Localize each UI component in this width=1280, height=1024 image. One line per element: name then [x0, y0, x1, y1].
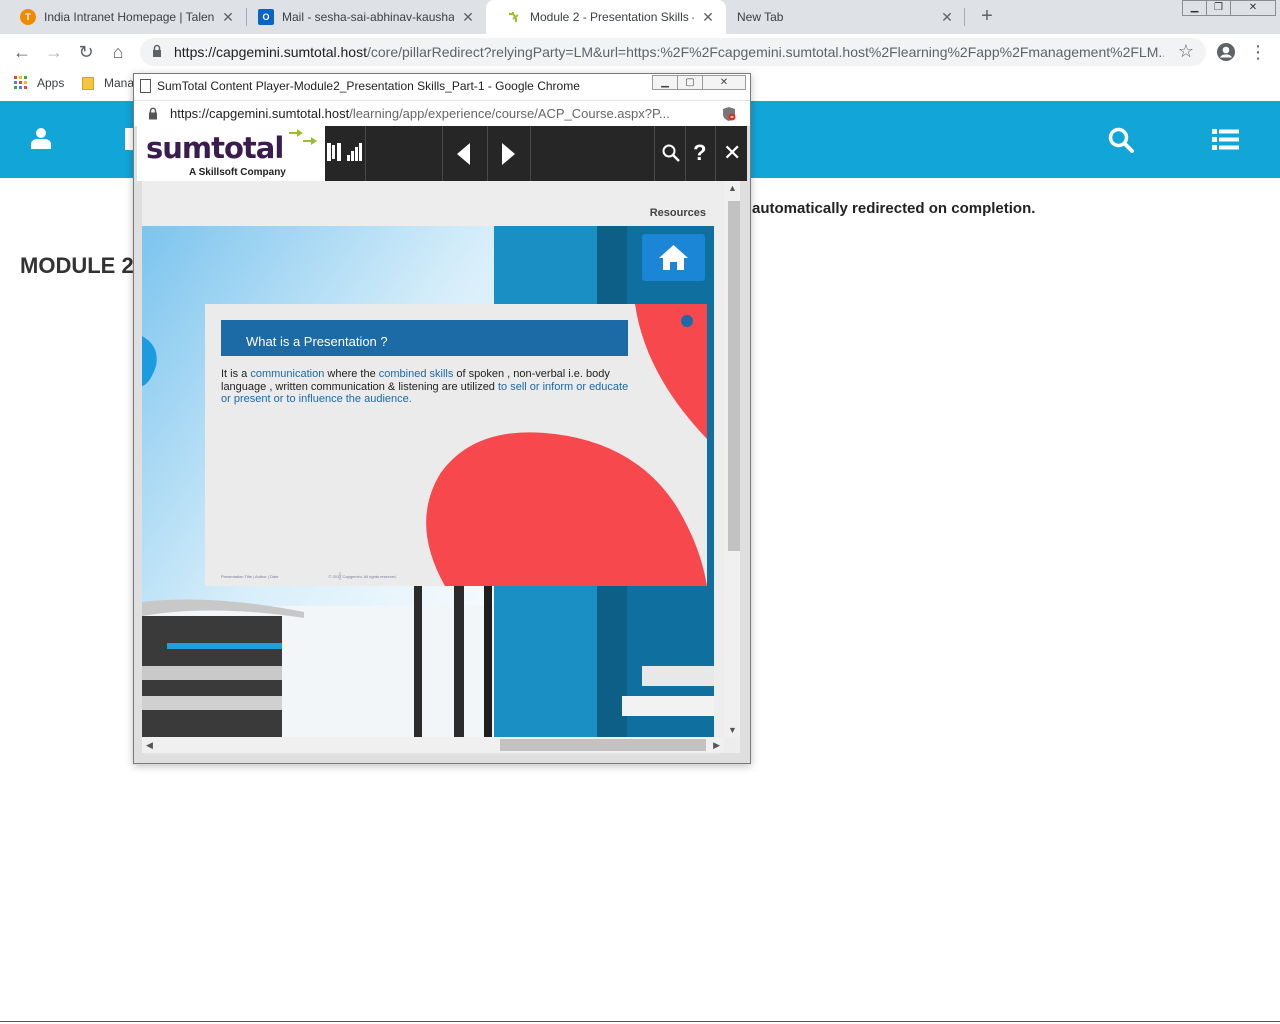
bookmark-apps[interactable]: Apps	[14, 76, 64, 90]
outlook-icon: O	[258, 9, 274, 25]
tab-strip: T India Intranet Homepage | Talent ✕ O M…	[0, 0, 1280, 34]
tab-title: India Intranet Homepage | Talent	[44, 10, 214, 24]
browser-toolbar: ← → ↻ ⌂ https://capgemini.sumtotal.host/…	[0, 34, 1280, 70]
close-tab-icon[interactable]: ✕	[700, 9, 716, 26]
chrome-menu-icon[interactable]: ⋮	[1246, 40, 1270, 64]
address-bar[interactable]: https://capgemini.sumtotal.host/core/pil…	[140, 38, 1206, 66]
forward-button[interactable]: →	[42, 40, 66, 64]
scroll-down-icon[interactable]: ▼	[728, 725, 737, 735]
slide-footer: Presentation Title | Author | Date © 2017…	[221, 574, 397, 579]
popup-close-button[interactable]: ✕	[702, 75, 746, 90]
home-button[interactable]	[642, 234, 705, 281]
bookmark-label: Apps	[37, 76, 65, 90]
blocked-content-icon[interactable]	[722, 106, 736, 122]
back-button[interactable]: ←	[10, 40, 34, 64]
presentation-slide: What is a Presentation ? It is a communi…	[205, 304, 707, 586]
bookmark-label: Mana	[104, 76, 135, 90]
previous-icon[interactable]	[457, 143, 471, 165]
restore-button[interactable]: ❐	[1206, 0, 1231, 16]
table-of-contents-icon[interactable]	[327, 143, 345, 161]
redirect-message: automatically redirected on completion.	[752, 200, 1036, 217]
profile-icon[interactable]	[1214, 40, 1238, 64]
slide-body: It is a communication where the combined…	[221, 368, 629, 405]
close-tab-icon[interactable]: ✕	[939, 9, 955, 26]
bookmark-star-icon[interactable]: ☆	[1178, 41, 1194, 62]
tab-intranet[interactable]: T India Intranet Homepage | Talent ✕	[0, 0, 246, 34]
resources-link[interactable]: Resources	[650, 207, 706, 219]
popup-minimize-button[interactable]: ▁	[652, 75, 678, 90]
logo-tagline: A Skillsoft Company	[189, 167, 286, 178]
scroll-thumb[interactable]	[728, 201, 740, 551]
tab-title: Mail - sesha-sai-abhinav-kaushal	[282, 10, 454, 24]
talent-icon: T	[20, 9, 36, 25]
popup-address-bar: https://capgemini.sumtotal.host/learning…	[134, 100, 750, 126]
next-icon[interactable]	[501, 143, 515, 165]
course-scene: What is a Presentation ? It is a communi…	[142, 226, 714, 737]
tab-title: New Tab	[737, 10, 784, 24]
new-tab-button[interactable]: +	[976, 5, 998, 27]
popup-address-url[interactable]: https://capgemini.sumtotal.host/learning…	[170, 106, 710, 121]
tab-mail[interactable]: O Mail - sesha-sai-abhinav-kaushal ✕	[238, 0, 486, 34]
player-toolbar: sumtotal A Skillsoft Company ? ✕	[137, 126, 747, 181]
scroll-thumb[interactable]	[500, 739, 706, 751]
tab-module-2[interactable]: Module 2 - Presentation Skills – P ✕	[486, 0, 726, 34]
minimize-button[interactable]: ▁	[1182, 0, 1207, 16]
reload-button[interactable]: ↻	[74, 40, 98, 64]
document-icon	[140, 79, 151, 93]
home-icon	[659, 245, 688, 270]
scroll-left-icon[interactable]: ◀	[146, 740, 153, 751]
search-icon[interactable]	[1108, 127, 1134, 153]
vertical-scrollbar[interactable]: ▲ ▼	[724, 181, 740, 737]
user-icon[interactable]	[31, 127, 51, 149]
sumtotal-logo: sumtotal A Skillsoft Company	[137, 126, 325, 181]
close-tab-icon[interactable]: ✕	[460, 9, 476, 26]
list-icon[interactable]	[1212, 129, 1239, 150]
lock-icon	[153, 44, 161, 57]
close-icon[interactable]: ✕	[723, 140, 741, 166]
horizontal-scrollbar[interactable]: ◀ ▶	[142, 737, 724, 753]
content-viewport: Resources What is a Presentation ? It is…	[142, 181, 740, 753]
close-window-button[interactable]: ✕	[1230, 0, 1276, 16]
module-heading: MODULE 2	[20, 253, 134, 278]
close-tab-icon[interactable]: ✕	[220, 9, 236, 26]
search-icon[interactable]	[662, 144, 680, 162]
progress-icon[interactable]	[347, 143, 363, 161]
scroll-up-icon[interactable]: ▲	[728, 183, 737, 193]
tab-title: Module 2 - Presentation Skills – P	[530, 10, 694, 24]
popup-title-bar[interactable]: SumTotal Content Player-Module2_Presenta…	[134, 74, 750, 100]
popup-maximize-button[interactable]: ▢	[677, 75, 703, 90]
apps-grid-icon	[14, 76, 27, 89]
logo-arrows-icon	[289, 129, 317, 145]
folder-icon	[82, 76, 94, 90]
help-icon[interactable]: ?	[693, 140, 706, 166]
scroll-right-icon[interactable]: ▶	[713, 740, 720, 751]
popup-window-controls: ▁ ▢ ✕	[652, 75, 746, 90]
popup-title: SumTotal Content Player-Module2_Presenta…	[157, 79, 580, 93]
window-controls: ▁ ❐ ✕	[1182, 0, 1276, 18]
divider	[0, 1021, 1280, 1022]
menu-book-icon[interactable]	[125, 128, 133, 150]
slide-heading: What is a Presentation ?	[221, 320, 628, 356]
sumtotal-icon	[506, 9, 522, 25]
logo-wordmark: sumtotal	[146, 131, 284, 165]
address-url: https://capgemini.sumtotal.host/core/pil…	[174, 44, 1164, 60]
tab-new-tab[interactable]: New Tab ✕	[717, 0, 965, 34]
lock-icon	[149, 107, 157, 120]
bookmark-folder[interactable]: Mana	[82, 76, 134, 90]
home-button[interactable]: ⌂	[106, 40, 130, 64]
content-player-window: SumTotal Content Player-Module2_Presenta…	[133, 73, 751, 764]
